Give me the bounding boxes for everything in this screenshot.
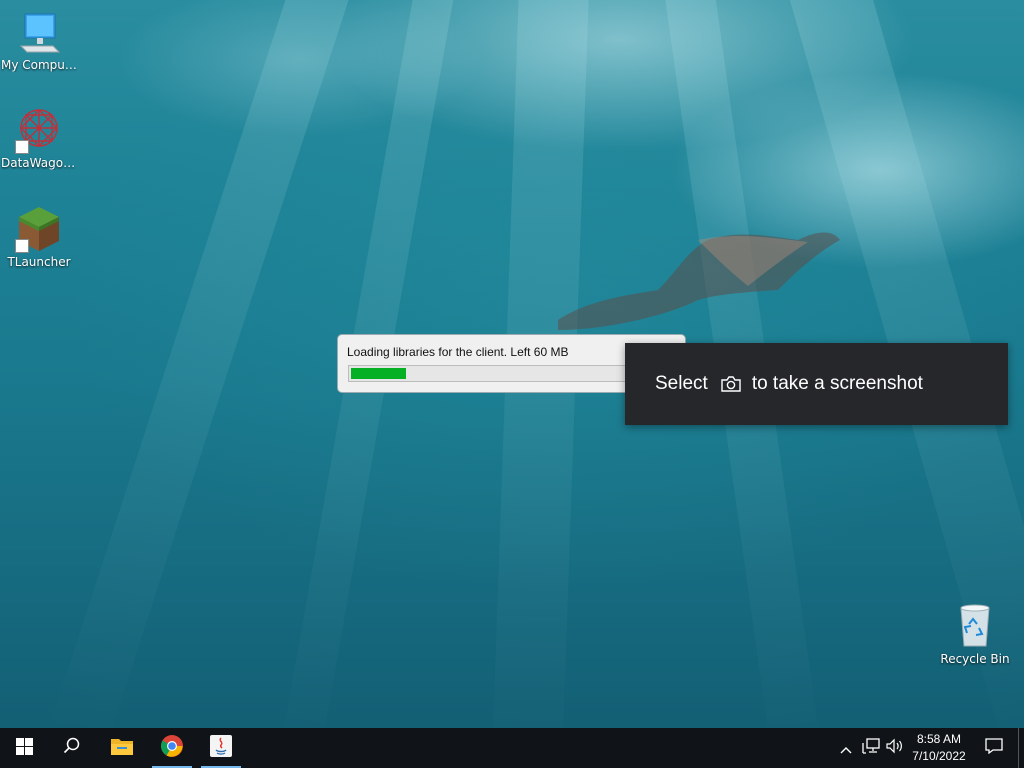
desktop-icon-recycle-bin[interactable]: Recycle Bin [937, 602, 1013, 666]
loading-message: Loading libraries for the client. Left 6… [347, 345, 569, 359]
desktop-icon-my-computer[interactable]: My Computer [1, 8, 77, 72]
action-center-button[interactable] [976, 728, 1012, 768]
datawagon-icon [15, 106, 63, 154]
toast-text-row: Select to take a screenshot [655, 373, 923, 395]
network-icon [862, 738, 880, 758]
camera-icon [720, 375, 742, 393]
notification-icon [985, 738, 1003, 758]
start-button[interactable] [0, 728, 48, 768]
desktop-icon-datawagon[interactable]: DataWagon... [1, 106, 77, 170]
network-button[interactable] [860, 728, 882, 768]
progress-bar-fill [351, 368, 406, 379]
desktop-icon-label: DataWagon... [1, 156, 77, 170]
toast-text-before: Select [655, 373, 708, 394]
taskbar: 8:58 AM 7/10/2022 [0, 728, 1024, 768]
computer-icon [15, 8, 63, 56]
volume-icon [886, 738, 904, 758]
file-explorer-button[interactable] [98, 728, 146, 768]
tlauncher-icon [15, 205, 63, 253]
system-clock[interactable]: 8:58 AM 7/10/2022 [904, 731, 974, 765]
shortcut-arrow-icon [15, 140, 29, 154]
shortcut-arrow-icon [15, 239, 29, 253]
chrome-icon [160, 734, 184, 762]
desktop-icon-label: Recycle Bin [940, 652, 1010, 666]
file-explorer-icon [110, 736, 134, 760]
wallpaper-diver [558, 232, 840, 330]
show-hidden-icons-button[interactable] [836, 728, 856, 768]
desktop-icon-label: TLauncher [7, 255, 71, 269]
windows-start-icon [15, 737, 33, 759]
clock-time: 8:58 AM [916, 732, 962, 746]
desktop: My Computer DataWagon... TLauncher Recyc… [0, 0, 1024, 728]
toast-text-after: to take a screenshot [751, 373, 923, 394]
chrome-button[interactable] [148, 728, 196, 768]
search-icon [63, 737, 81, 759]
search-button[interactable] [48, 728, 96, 768]
volume-button[interactable] [884, 728, 906, 768]
recycle-bin-icon [951, 602, 999, 650]
java-app-button[interactable] [197, 728, 245, 768]
show-desktop-button[interactable] [1018, 728, 1024, 768]
desktop-icon-label: My Computer [1, 58, 77, 72]
chevron-up-icon [840, 739, 852, 758]
clock-date: 7/10/2022 [912, 749, 966, 763]
desktop-icon-tlauncher[interactable]: TLauncher [1, 205, 77, 269]
java-icon [209, 734, 233, 762]
screenshot-toast[interactable]: Select to take a screenshot [625, 343, 1008, 425]
